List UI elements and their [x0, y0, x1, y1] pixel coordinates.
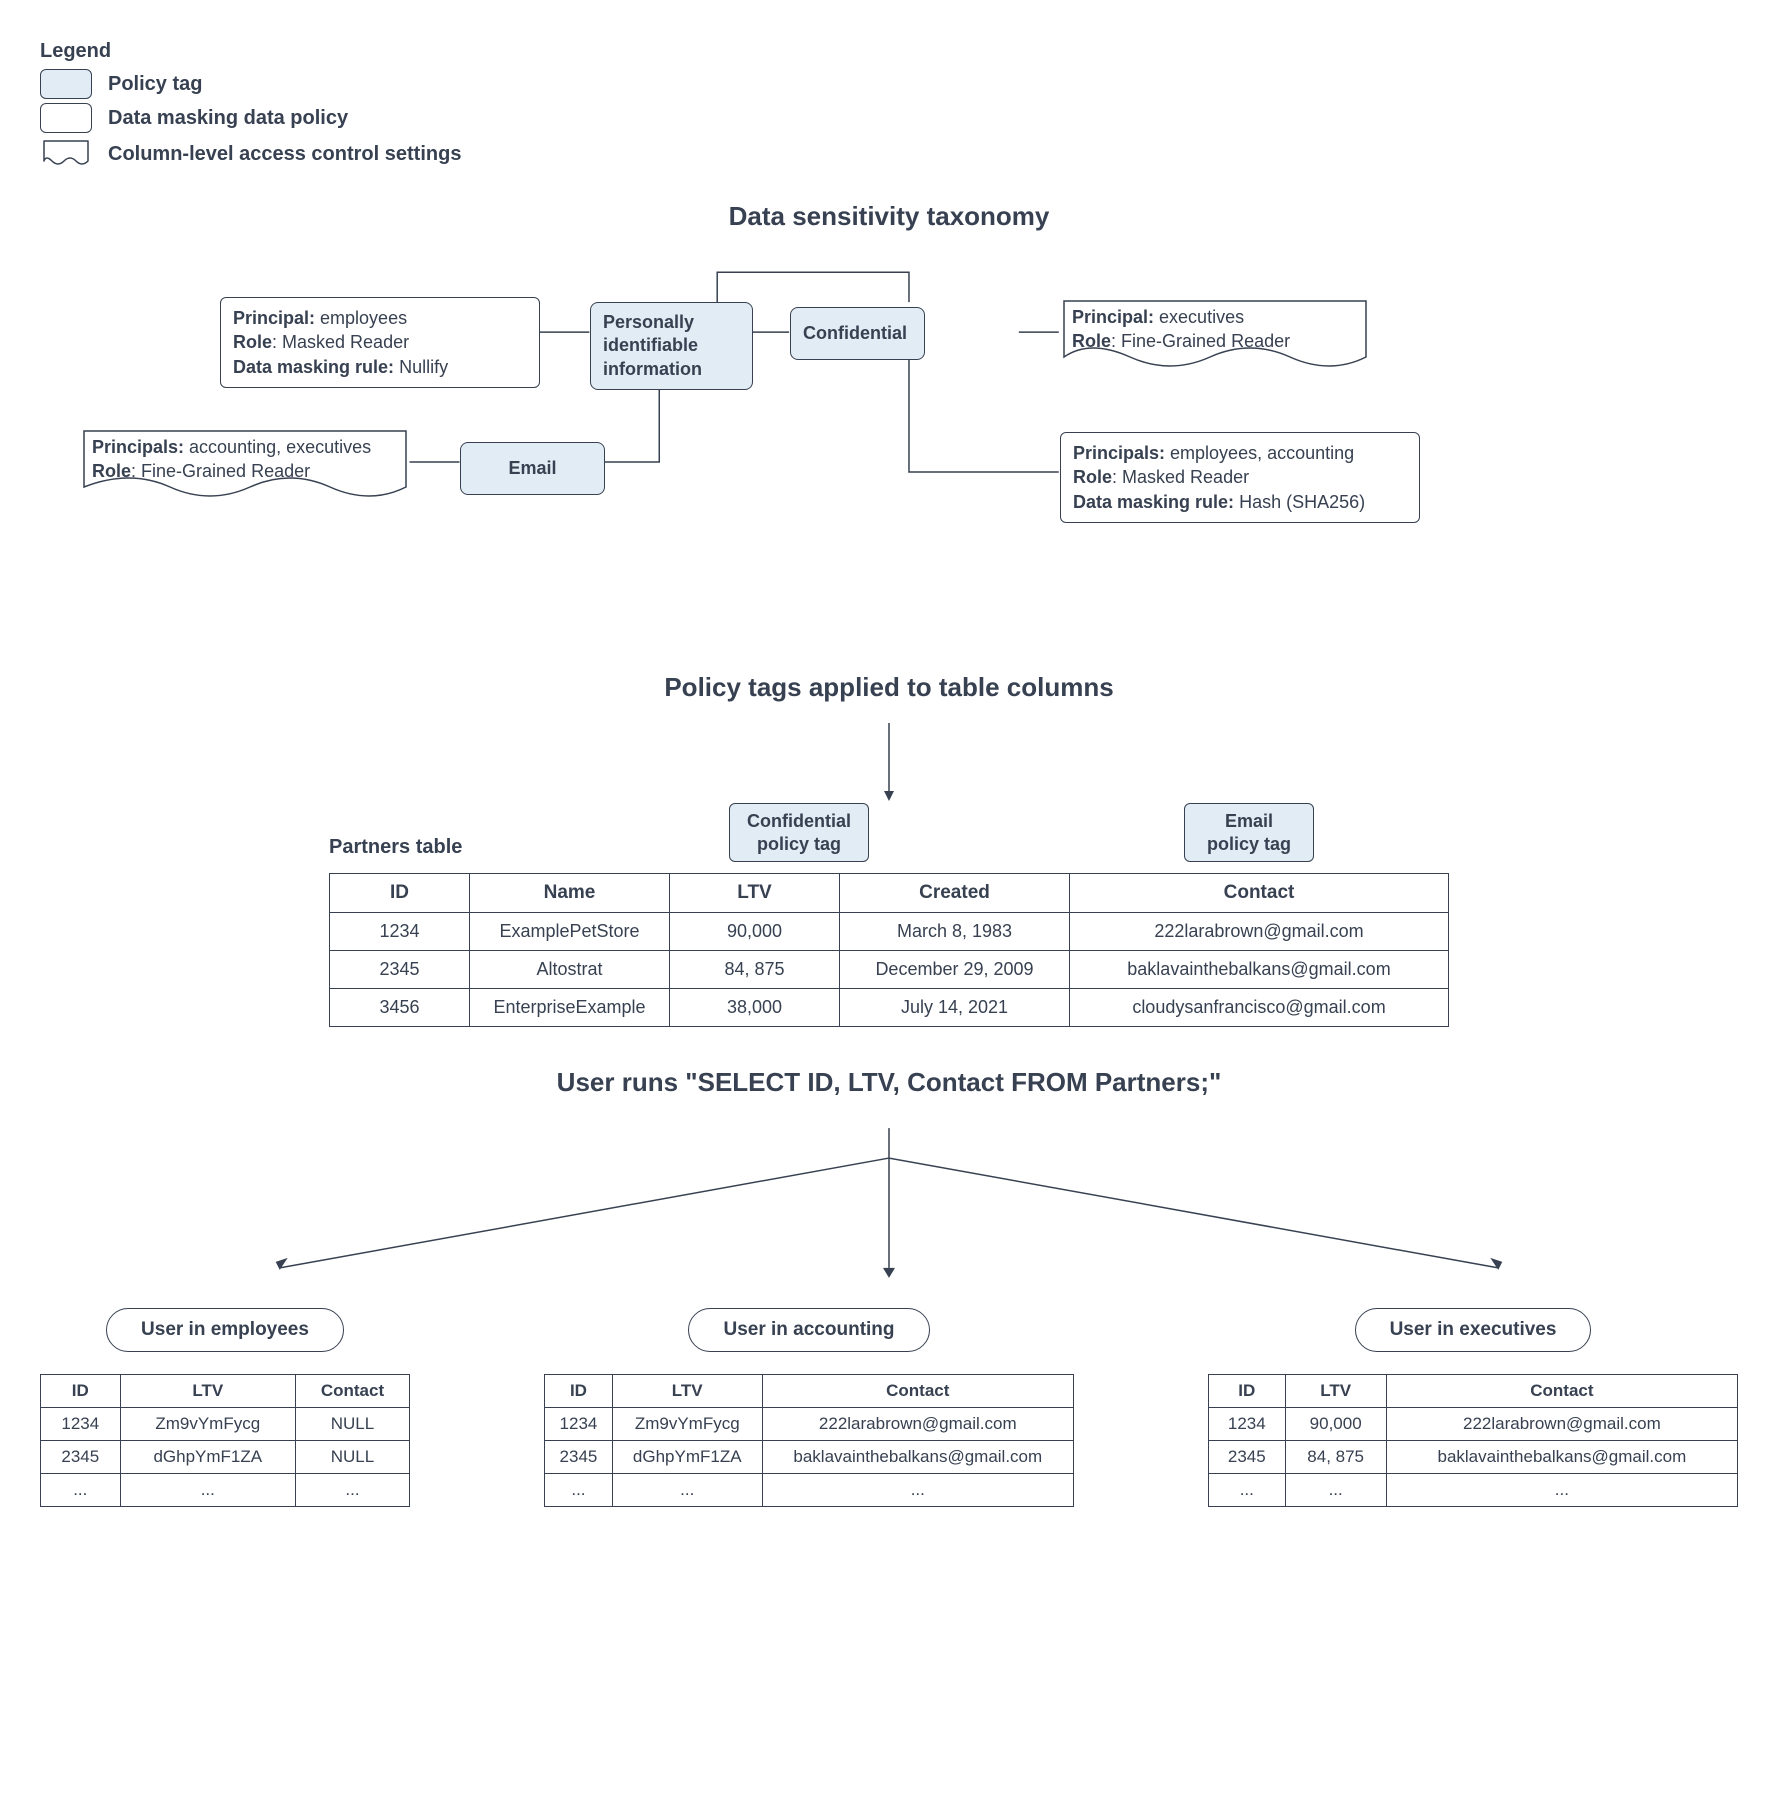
email-acl-role: : Fine-Grained Reader — [131, 461, 310, 481]
pii-mask-principal: employees — [315, 308, 407, 328]
table-row: 1234Zm9vYmFycg222larabrown@gmail.com — [545, 1408, 1074, 1441]
result-executives: User in executives ID LTV Contact 123490… — [1208, 1308, 1738, 1507]
partners-th-name: Name — [470, 874, 670, 913]
pii-mask-role: : Masked Reader — [272, 332, 409, 352]
table-row: ......... — [545, 1474, 1074, 1507]
conf-acl-role-label: Role — [1072, 331, 1111, 351]
partners-table: ID Name LTV Created Contact 1234 Example… — [329, 873, 1449, 1027]
email-acl-principal-label: Principals: — [92, 437, 184, 457]
legend-row-acl: Column-level access control settings — [40, 137, 1738, 171]
table-row: 2345 Altostrat 84, 875 December 29, 2009… — [330, 951, 1449, 989]
table-row: ......... — [41, 1474, 410, 1507]
table-row: 123490,000222larabrown@gmail.com — [1209, 1408, 1738, 1441]
legend-row-data-masking: Data masking data policy — [40, 103, 1738, 133]
acl-email: Principals: accounting, executives Role:… — [80, 427, 410, 507]
partners-table-label: Partners table — [329, 836, 462, 859]
partners-block: Partners table Confidential policy tag E… — [329, 803, 1449, 1027]
table-row: 1234Zm9vYmFycgNULL — [41, 1408, 410, 1441]
legend-swatch-data-masking — [40, 103, 92, 133]
pill-accounting: User in accounting — [688, 1308, 929, 1352]
pill-employees: User in employees — [106, 1308, 344, 1352]
pii-mask-role-label: Role — [233, 332, 272, 352]
tag-email-label: Email — [508, 458, 556, 478]
policy-pii-masking: Principal: employees Role: Masked Reader… — [220, 297, 540, 388]
tag-email: Email — [460, 442, 605, 495]
tag-pii-label: Personally identifiable information — [603, 312, 702, 379]
conf-mask-principal: employees, accounting — [1165, 443, 1354, 463]
branch-arrows — [40, 1118, 1738, 1288]
result-accounting: User in accounting ID LTV Contact 1234Zm… — [544, 1308, 1074, 1507]
email-acl-principal: accounting, executives — [184, 437, 371, 457]
conf-acl-principal: executives — [1154, 307, 1244, 327]
table-executives: ID LTV Contact 123490,000222larabrown@gm… — [1208, 1374, 1738, 1507]
legend-title: Legend — [40, 40, 1738, 63]
tag-small-email: Email policy tag — [1184, 803, 1314, 862]
legend-swatch-acl — [40, 137, 92, 171]
conf-mask-role: : Masked Reader — [1112, 467, 1249, 487]
table-accounting: ID LTV Contact 1234Zm9vYmFycg222larabrow… — [544, 1374, 1074, 1507]
tag-confidential: Confidential — [790, 307, 925, 360]
table-row: 2345dGhpYmF1ZAbaklavainthebalkans@gmail.… — [545, 1441, 1074, 1474]
conf-mask-rule: Hash (SHA256) — [1234, 492, 1365, 512]
tag-pii: Personally identifiable information — [590, 302, 753, 390]
email-acl-role-label: Role — [92, 461, 131, 481]
legend: Legend Policy tag Data masking data poli… — [40, 40, 1738, 171]
table-row: 1234 ExamplePetStore 90,000 March 8, 198… — [330, 913, 1449, 951]
conf-mask-principal-label: Principals: — [1073, 443, 1165, 463]
tag-small-confidential: Confidential policy tag — [729, 803, 869, 862]
table-employees: ID LTV Contact 1234Zm9vYmFycgNULL 2345dG… — [40, 1374, 410, 1507]
pii-mask-principal-label: Principal: — [233, 308, 315, 328]
partners-th-ltv: LTV — [670, 874, 840, 913]
partners-th-created: Created — [840, 874, 1070, 913]
pill-executives: User in executives — [1355, 1308, 1592, 1352]
acl-confidential: Principal: executives Role: Fine-Grained… — [1060, 297, 1370, 377]
legend-label-data-masking: Data masking data policy — [108, 107, 348, 130]
table-row: 234584, 875baklavainthebalkans@gmail.com — [1209, 1441, 1738, 1474]
results-row: User in employees ID LTV Contact 1234Zm9… — [40, 1308, 1738, 1507]
partners-th-contact: Contact — [1070, 874, 1449, 913]
partners-th-id: ID — [330, 874, 470, 913]
table-row: 3456 EnterpriseExample 38,000 July 14, 2… — [330, 989, 1449, 1027]
tag-confidential-label: Confidential — [803, 323, 907, 343]
conf-mask-role-label: Role — [1073, 467, 1112, 487]
result-employees: User in employees ID LTV Contact 1234Zm9… — [40, 1308, 410, 1507]
table-row: ......... — [1209, 1474, 1738, 1507]
pii-mask-rule-label: Data masking rule: — [233, 357, 394, 377]
legend-label-policy-tag: Policy tag — [108, 73, 202, 96]
conf-acl-role: : Fine-Grained Reader — [1111, 331, 1290, 351]
policy-confidential-masking: Principals: employees, accounting Role: … — [1060, 432, 1420, 523]
conf-acl-principal-label: Principal: — [1072, 307, 1154, 327]
legend-label-acl: Column-level access control settings — [108, 143, 461, 166]
section-title-query: User runs "SELECT ID, LTV, Contact FROM … — [40, 1067, 1738, 1098]
taxonomy-diagram: Personally identifiable information Conf… — [40, 252, 1738, 632]
section-title-taxonomy: Data sensitivity taxonomy — [40, 201, 1738, 232]
arrow-down-1 — [40, 723, 1738, 803]
section-title-applied: Policy tags applied to table columns — [40, 672, 1738, 703]
conf-mask-rule-label: Data masking rule: — [1073, 492, 1234, 512]
table-row: 2345dGhpYmF1ZANULL — [41, 1441, 410, 1474]
pii-mask-rule: Nullify — [394, 357, 448, 377]
legend-swatch-policy-tag — [40, 69, 92, 99]
legend-row-policy-tag: Policy tag — [40, 69, 1738, 99]
